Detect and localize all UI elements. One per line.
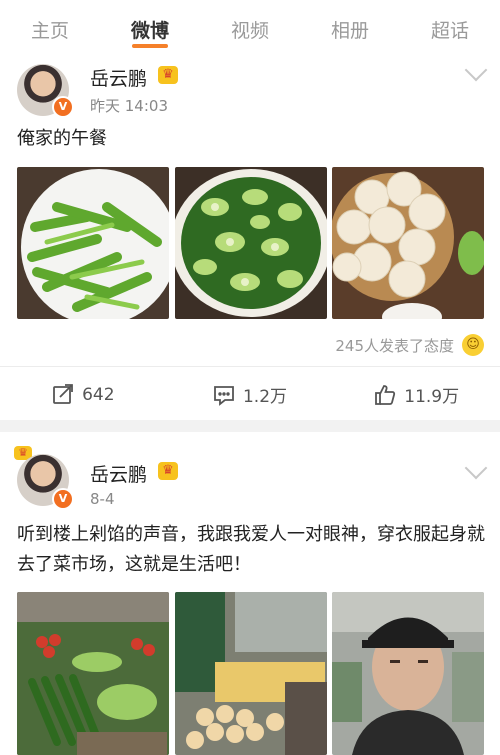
tab-supertopic[interactable]: 超话: [400, 0, 500, 62]
divider: [0, 366, 500, 367]
profile-tab-bar: 主页 微博 视频 相册 超话: [0, 0, 500, 62]
author-name[interactable]: 岳云鹏: [90, 64, 147, 91]
post-time: 8-4: [90, 490, 115, 508]
tab-weibo-label: 微博: [130, 20, 169, 42]
chevron-down-icon[interactable]: [464, 58, 488, 82]
repost-count: 642: [82, 384, 115, 405]
thumbs-up-icon: [375, 384, 396, 405]
comment-icon: [214, 385, 234, 406]
tab-video-label: 视频: [230, 20, 269, 42]
verified-badge-icon: V: [52, 96, 74, 118]
photo-cucumber[interactable]: [175, 167, 327, 319]
tab-album[interactable]: 相册: [300, 0, 400, 62]
photo-selfie[interactable]: [332, 592, 484, 755]
photo-celery[interactable]: [17, 167, 169, 319]
tab-supertopic-label: 超话: [430, 20, 469, 42]
tab-home-label: 主页: [30, 20, 69, 42]
post-time: 昨天 14:03: [90, 97, 168, 115]
photo-vegetable-market[interactable]: [17, 592, 169, 755]
photo-buns[interactable]: [332, 167, 484, 319]
verified-badge-icon: V: [52, 488, 74, 510]
photo-egg-stall[interactable]: [175, 592, 327, 755]
reaction-count-text: 245人发表了态度: [335, 336, 454, 355]
tab-weibo[interactable]: 微博: [100, 0, 200, 62]
post-actions: 642 1.2万 11.9万: [0, 382, 500, 407]
laugh-emoji-icon: ☺: [462, 334, 484, 356]
like-button[interactable]: 11.9万: [333, 382, 500, 407]
post-text: 听到楼上剁馅的声音，我跟我爱人一对眼神，穿衣服起身就去了菜市场，这就是生活吧！: [17, 524, 485, 575]
share-icon: [53, 383, 74, 404]
tab-home[interactable]: 主页: [0, 0, 100, 62]
post-text: 俺家的午餐: [17, 128, 107, 149]
comment-button[interactable]: 1.2万: [167, 382, 334, 407]
like-count: 11.9万: [404, 387, 460, 407]
post-card-2: ♛ V 岳云鹏 ♛ 8-4 听到楼上剁馅的声音，我跟我爱人一对眼神，穿衣服起身就…: [0, 432, 500, 755]
active-tab-indicator: [132, 44, 168, 48]
chevron-down-icon[interactable]: [464, 456, 488, 480]
author-name[interactable]: 岳云鹏: [90, 460, 147, 487]
reaction-summary[interactable]: 245人发表了态度 ☺: [335, 334, 484, 356]
crown-icon: ♛: [158, 462, 178, 480]
repost-button[interactable]: 642: [0, 382, 167, 407]
comment-count: 1.2万: [242, 387, 288, 407]
post-card-1: V 岳云鹏 ♛ 昨天 14:03 俺家的午餐 245人发表了态度 ☺ 642 1…: [0, 58, 500, 420]
crown-icon: ♛: [158, 66, 178, 84]
tab-video[interactable]: 视频: [200, 0, 300, 62]
tab-album-label: 相册: [330, 20, 369, 42]
